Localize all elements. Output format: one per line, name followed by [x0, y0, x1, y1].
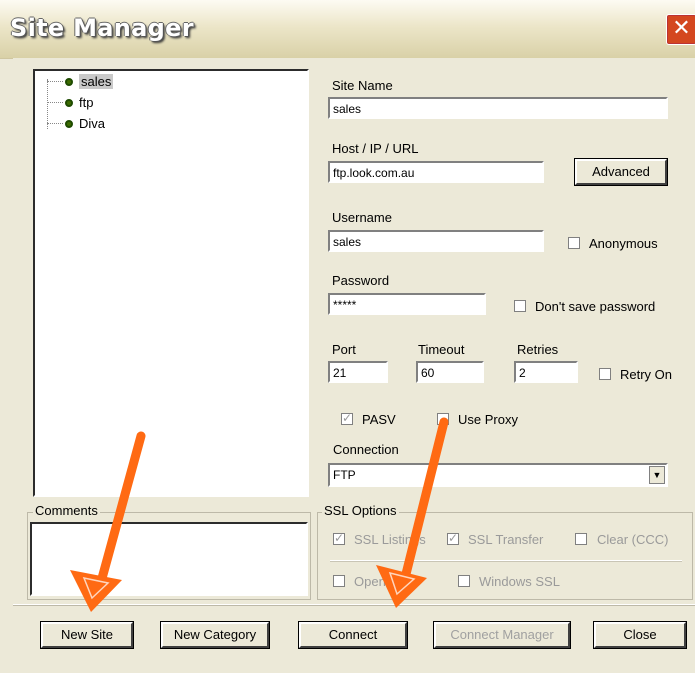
arrow-to-new-site-icon: [70, 431, 146, 612]
arrow-to-connect-icon: [376, 417, 449, 608]
site-manager-window: Site Manager ✕ sales ftp Diva Site Name …: [0, 0, 695, 673]
annotation-arrows: [70, 417, 449, 612]
